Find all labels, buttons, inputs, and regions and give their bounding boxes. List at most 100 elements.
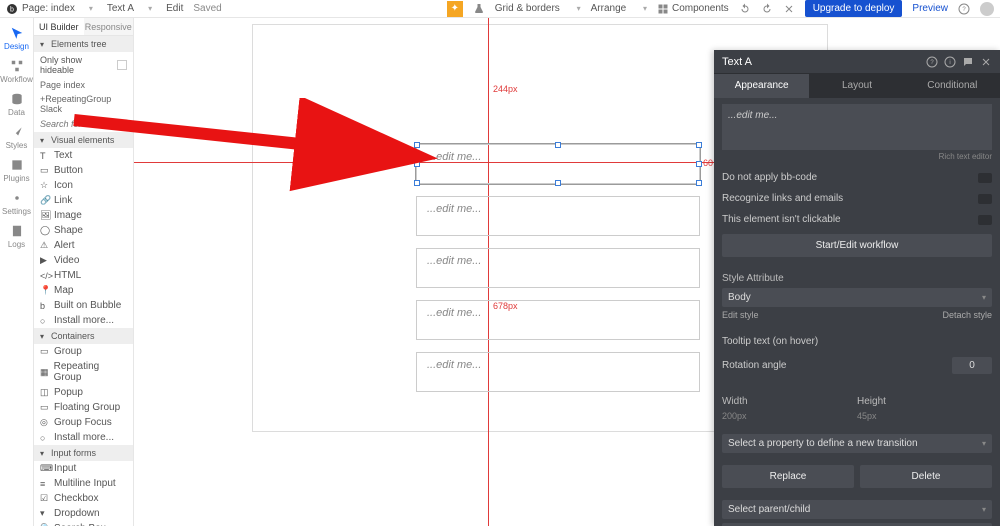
palette-item-image[interactable]: 🖼Image	[34, 208, 133, 223]
not-clickable-toggle[interactable]	[978, 215, 992, 225]
recognize-links-toggle[interactable]	[978, 194, 992, 204]
style-select[interactable]: Body▾	[722, 288, 992, 307]
resize-handle-nw[interactable]	[414, 142, 420, 148]
palette-item-icon: ○	[40, 316, 50, 326]
user-avatar[interactable]	[980, 2, 994, 16]
repeating-group[interactable]: ...edit me... ...edit me... ...edit me..…	[416, 144, 700, 408]
palette-item-icon: ▶	[40, 255, 50, 266]
palette-item-install-more-[interactable]: ○Install more...	[34, 430, 133, 445]
only-show-hideable-row[interactable]: Only show hideable	[34, 52, 133, 78]
tab-ui-builder[interactable]: UI Builder	[34, 18, 84, 35]
close-icon[interactable]	[783, 3, 795, 15]
bb-code-toggle[interactable]	[978, 173, 992, 183]
resize-handle-sw[interactable]	[414, 180, 420, 186]
tree-repeating-group[interactable]: +RepeatingGroup Slack	[34, 92, 133, 116]
palette-item-search-box[interactable]: 🔍Search Box	[34, 521, 133, 526]
help-icon[interactable]: ?	[958, 3, 970, 15]
section-containers[interactable]: Containers	[34, 328, 133, 344]
edit-style-link[interactable]: Edit style	[722, 310, 759, 320]
edit-label[interactable]: Edit	[166, 3, 183, 14]
select-parent-child[interactable]: Select parent/child▾	[722, 500, 992, 519]
nav-styles[interactable]: Styles	[0, 121, 34, 154]
svg-text:b: b	[10, 6, 14, 13]
inspector-title-bar[interactable]: Text A ? i	[714, 50, 1000, 74]
transition-select[interactable]: Select a property to define a new transi…	[722, 434, 992, 453]
palette-item-group[interactable]: ▭Group	[34, 344, 133, 359]
info-icon[interactable]: i	[944, 56, 956, 68]
page-selector[interactable]: Page: index▾	[22, 3, 93, 14]
rg-cell[interactable]: ...edit me...	[416, 300, 700, 340]
resize-handle-e[interactable]	[696, 161, 702, 167]
undo-icon[interactable]	[739, 3, 751, 15]
resize-handle-w[interactable]	[414, 161, 420, 167]
tooltip-label: Tooltip text (on hover)	[722, 336, 818, 347]
palette-item-popup[interactable]: ◫Popup	[34, 385, 133, 400]
palette-item-button[interactable]: ▭Button	[34, 163, 133, 178]
palette-item-repeating-group[interactable]: ▦Repeating Group	[34, 359, 133, 385]
palette-item-alert[interactable]: ⚠Alert	[34, 238, 133, 253]
palette-item-input[interactable]: ⌨Input	[34, 461, 133, 476]
palette-item-text[interactable]: TText	[34, 148, 133, 163]
palette-item-map[interactable]: 📍Map	[34, 283, 133, 298]
detach-style-link[interactable]: Detach style	[942, 310, 992, 320]
rg-cell[interactable]: ...edit me...	[416, 196, 700, 236]
palette-item-install-more-[interactable]: ○Install more...	[34, 313, 133, 328]
palette-search-input[interactable]	[34, 116, 133, 132]
section-input-forms[interactable]: Input forms	[34, 445, 133, 461]
flask-icon[interactable]	[473, 3, 485, 15]
resize-handle-ne[interactable]	[696, 142, 702, 148]
redo-icon[interactable]	[761, 3, 773, 15]
assistant-icon[interactable]: ✦	[447, 1, 463, 17]
nav-settings[interactable]: Settings	[0, 187, 34, 220]
palette-item-label: Input	[54, 463, 76, 474]
palette-item-icon[interactable]: ☆Icon	[34, 178, 133, 193]
rg-cell[interactable]: ...edit me...	[416, 248, 700, 288]
nav-plugins[interactable]: Plugins	[0, 154, 34, 187]
tab-conditional[interactable]: Conditional	[905, 74, 1000, 98]
palette-item-label: Shape	[54, 225, 83, 236]
tree-page-index[interactable]: Page index	[34, 78, 133, 92]
grid-borders-menu[interactable]: Grid & borders ▾	[495, 3, 581, 14]
section-visual-elements[interactable]: Visual elements	[34, 132, 133, 148]
palette-item-group-focus[interactable]: ◎Group Focus	[34, 415, 133, 430]
preview-link[interactable]: Preview	[912, 3, 948, 14]
nav-logs[interactable]: Logs	[0, 220, 34, 253]
elements-tree-header[interactable]: Elements tree	[34, 36, 133, 52]
delete-button[interactable]: Delete	[860, 465, 992, 488]
replace-button[interactable]: Replace	[722, 465, 854, 488]
rotation-input[interactable]	[952, 357, 992, 374]
help-icon[interactable]: ?	[926, 56, 938, 68]
text-element-selected[interactable]: ...edit me...	[416, 144, 700, 184]
tab-layout[interactable]: Layout	[809, 74, 904, 98]
nav-workflow[interactable]: Workflow	[0, 55, 34, 88]
arrange-menu[interactable]: Arrange ▾	[591, 3, 647, 14]
palette-item-multiline-input[interactable]: ≡Multiline Input	[34, 476, 133, 491]
not-clickable-label: This element isn't clickable	[722, 214, 841, 225]
only-show-hideable-checkbox[interactable]	[117, 60, 127, 70]
resize-handle-s[interactable]	[555, 180, 561, 186]
palette-item-checkbox[interactable]: ☑Checkbox	[34, 491, 133, 506]
close-icon[interactable]	[980, 56, 992, 68]
text-content-editor[interactable]: ...edit me...	[722, 104, 992, 150]
tab-appearance[interactable]: Appearance	[714, 74, 809, 98]
upgrade-button[interactable]: Upgrade to deploy	[805, 0, 903, 17]
palette-item-floating-group[interactable]: ▭Floating Group	[34, 400, 133, 415]
palette-item-html[interactable]: </>HTML	[34, 268, 133, 283]
element-selector[interactable]: Text A▾	[107, 3, 152, 14]
inspector-panel: Text A ? i Appearance Layout Conditional…	[714, 50, 1000, 526]
nav-design[interactable]: Design	[0, 22, 34, 55]
tab-responsive[interactable]: Responsive	[84, 18, 134, 35]
nav-data[interactable]: Data	[0, 88, 34, 121]
start-workflow-button[interactable]: Start/Edit workflow	[722, 234, 992, 257]
palette-item-video[interactable]: ▶Video	[34, 253, 133, 268]
palette-item-built-on-bubble[interactable]: bBuilt on Bubble	[34, 298, 133, 313]
components-menu[interactable]: Components	[657, 3, 729, 15]
palette-item-dropdown[interactable]: ▾Dropdown	[34, 506, 133, 521]
comment-icon[interactable]	[962, 56, 974, 68]
rg-cell[interactable]: ...edit me...	[416, 352, 700, 392]
rich-text-editor-link[interactable]: Rich text editor	[722, 150, 992, 167]
palette-item-link[interactable]: 🔗Link	[34, 193, 133, 208]
palette-item-shape[interactable]: ◯Shape	[34, 223, 133, 238]
resize-handle-n[interactable]	[555, 142, 561, 148]
resize-handle-se[interactable]	[696, 180, 702, 186]
